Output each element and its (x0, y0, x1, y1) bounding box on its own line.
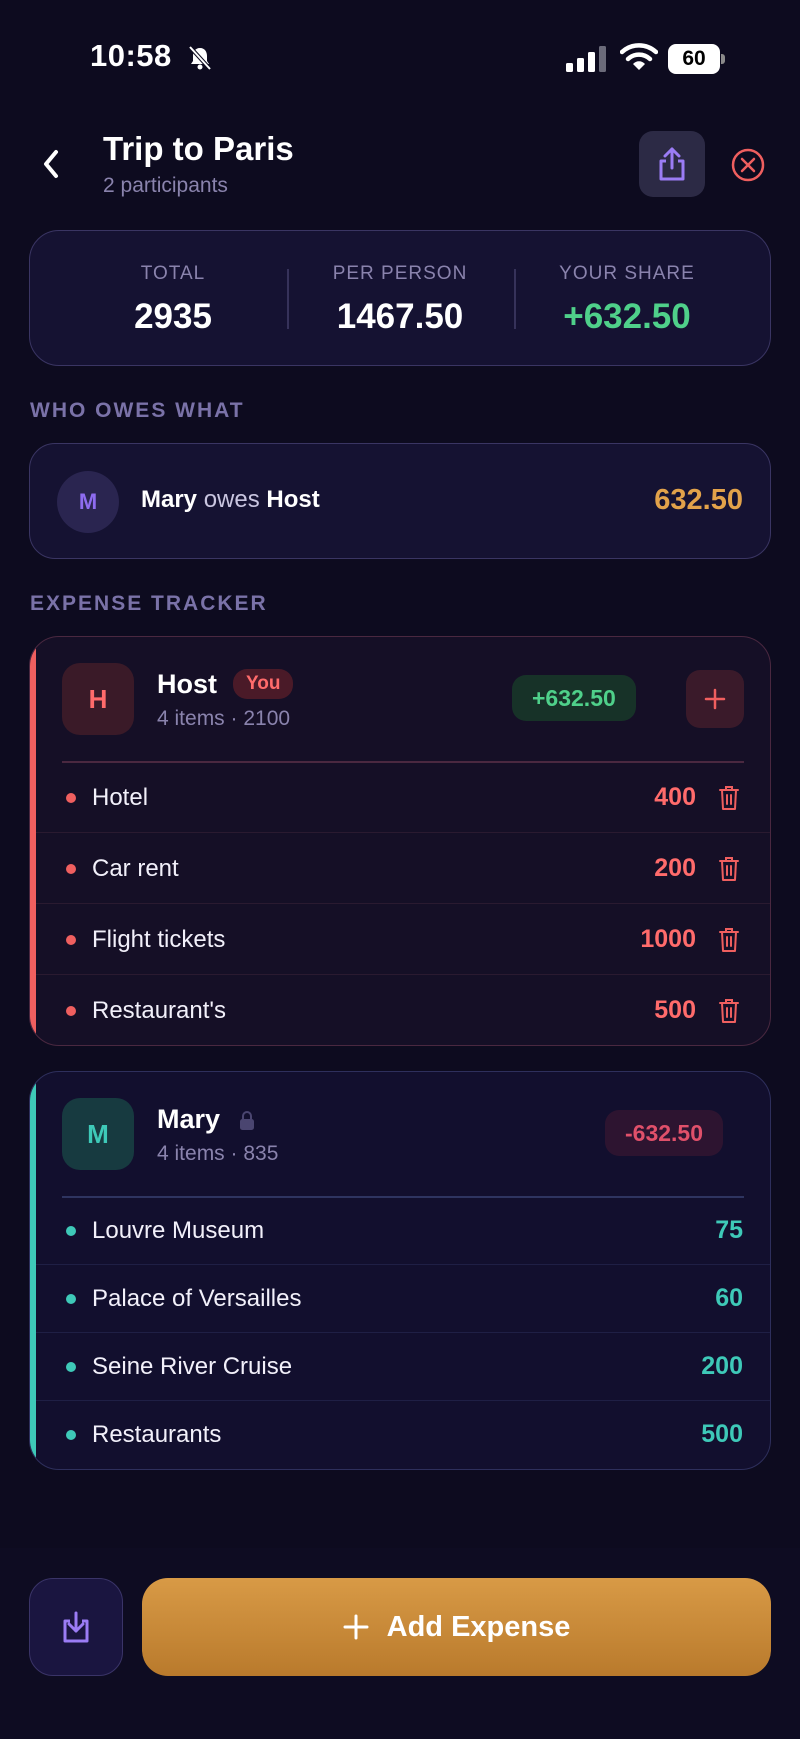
you-badge: You (233, 669, 294, 699)
debtor-name: Mary (141, 486, 198, 513)
expense-item[interactable]: Seine River Cruise 200 (36, 1333, 770, 1401)
expense-item[interactable]: Restaurants 500 (36, 1401, 770, 1469)
trash-icon[interactable] (718, 785, 740, 811)
add-expense-label: Add Expense (386, 1610, 571, 1643)
wifi-icon (620, 43, 658, 70)
balance-badge: -632.50 (605, 1110, 724, 1156)
settlement-row[interactable]: M Mary owes Host 632.50 (29, 443, 771, 559)
participants-count: 2 participants (103, 174, 228, 197)
share-icon (659, 147, 685, 181)
back-chevron-icon[interactable] (36, 144, 66, 184)
expense-amount: 500 (701, 1420, 743, 1448)
owes-verb: owes (203, 486, 260, 513)
expense-amount: 200 (701, 1352, 743, 1380)
expense-name: Car rent (92, 855, 179, 882)
expense-name: Flight tickets (92, 926, 226, 953)
creditor-name: Host (266, 486, 320, 513)
total-label: TOTAL (140, 263, 206, 284)
settlement-amount: 632.50 (654, 484, 743, 516)
per-person-value: 1467.50 (336, 297, 464, 336)
avatar: M (57, 471, 119, 533)
lock-icon (240, 1111, 254, 1130)
your-share-label: YOUR SHARE (559, 263, 695, 284)
share-button[interactable] (639, 131, 705, 197)
expense-name: Hotel (92, 784, 149, 811)
expense-amount: 1000 (640, 925, 696, 953)
import-button[interactable] (29, 1578, 123, 1676)
total-stat: TOTAL 2935 (63, 263, 283, 337)
expense-name: Louvre Museum (92, 1217, 265, 1244)
page-title: Trip to Paris (103, 130, 294, 167)
add-expense-button[interactable]: Add Expense (142, 1578, 771, 1676)
expense-amount: 200 (654, 854, 696, 882)
plus-icon (704, 688, 726, 710)
participant-meta: 4 items · 2100 (157, 707, 291, 730)
summary-card: TOTAL 2935 PER PERSON 1467.50 YOUR SHARE… (29, 230, 771, 366)
balance-badge: +632.50 (512, 675, 636, 721)
battery-level: 60 (668, 44, 720, 74)
expense-name: Seine River Cruise (92, 1353, 293, 1380)
your-share-stat: YOUR SHARE +632.50 (517, 263, 737, 337)
expense-item[interactable]: Louvre Museum 75 (36, 1197, 770, 1265)
cellular-signal-icon (566, 46, 606, 72)
expense-amount: 400 (654, 783, 696, 811)
expense-item[interactable]: Palace of Versailles 60 (36, 1265, 770, 1333)
add-item-button[interactable] (686, 670, 744, 728)
expense-item[interactable]: Flight tickets 1000 (36, 904, 770, 975)
trash-icon[interactable] (718, 856, 740, 882)
who-owes-section-title: WHO OWES WHAT (30, 399, 245, 422)
plus-icon (343, 1614, 369, 1640)
participant-name: Mary (157, 1104, 221, 1134)
battery-indicator: 60 (668, 44, 726, 74)
download-icon (63, 1611, 89, 1643)
participant-name: Host (157, 669, 217, 699)
close-circle-icon[interactable] (730, 147, 766, 183)
expense-name: Palace of Versailles (92, 1285, 302, 1312)
expense-amount: 75 (715, 1216, 743, 1244)
trash-icon[interactable] (718, 998, 740, 1024)
expense-item[interactable]: Restaurant's 500 (36, 975, 770, 1045)
expense-name: Restaurant's (92, 997, 226, 1024)
expense-tracker-section-title: EXPENSE TRACKER (30, 592, 268, 615)
participant-card-host: H Host You 4 items · 2100 +632.50 Hotel … (29, 636, 771, 1046)
status-time: 10:58 (90, 38, 172, 73)
expense-item[interactable]: Hotel 400 (36, 762, 770, 833)
participant-meta: 4 items · 835 (157, 1142, 279, 1165)
total-value: 2935 (134, 297, 212, 336)
expense-amount: 60 (715, 1284, 743, 1312)
avatar: M (62, 1098, 134, 1170)
settlement-text: Mary owes Host (141, 486, 320, 514)
avatar: H (62, 663, 134, 735)
trash-icon[interactable] (718, 927, 740, 953)
per-person-stat: PER PERSON 1467.50 (290, 263, 510, 337)
participant-card-mary: M Mary 4 items · 835 -632.50 Louvre Muse… (29, 1071, 771, 1470)
expense-item[interactable]: Car rent 200 (36, 833, 770, 904)
expense-amount: 500 (654, 996, 696, 1024)
your-share-value: +632.50 (563, 297, 691, 336)
expense-name: Restaurants (92, 1421, 222, 1448)
per-person-label: PER PERSON (332, 263, 468, 284)
bell-muted-icon (188, 45, 212, 71)
